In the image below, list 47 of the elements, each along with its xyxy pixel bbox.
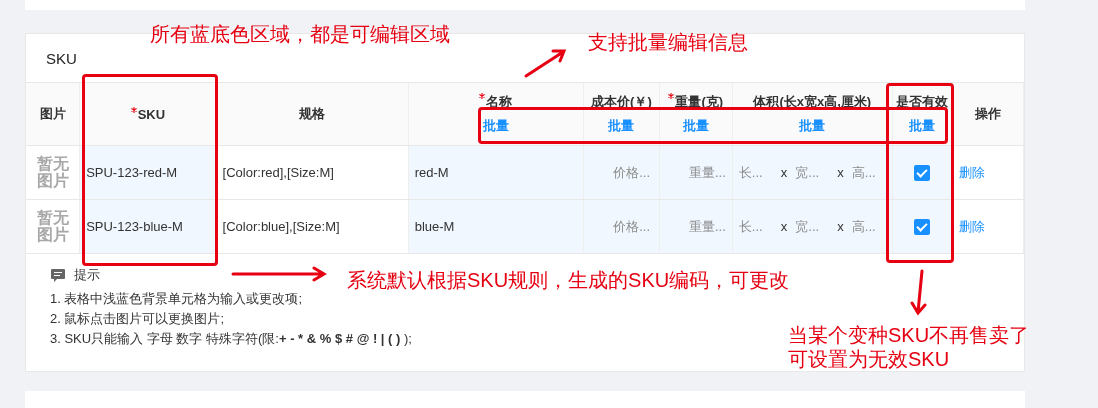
height-field[interactable]: 高... xyxy=(851,219,886,234)
required-icon xyxy=(479,93,486,99)
tip-text: 1. 表格中浅蓝色背景单元格为输入或更改项; xyxy=(50,290,303,308)
width-field[interactable]: 宽... xyxy=(795,219,830,234)
times-sign: x xyxy=(780,219,788,234)
batch-edit-link[interactable]: 批量 xyxy=(909,117,936,135)
valid-checkbox[interactable] xyxy=(914,164,931,181)
tip-text: 2. 鼠标点击图片可以更换图片; xyxy=(50,310,225,328)
annotation-note: 当某个变种SKU不再售卖了 可设置为无效SKU xyxy=(788,323,1030,371)
required-icon xyxy=(668,93,675,99)
times-sign: x xyxy=(780,165,788,180)
name-cell[interactable]: blue-M xyxy=(414,219,455,234)
column-header: 操作 xyxy=(975,105,1002,123)
column-header: SKU xyxy=(130,106,166,122)
times-sign: x xyxy=(837,219,844,234)
tip-text: 3. SKU只能输入 字母 数字 特殊字符(限:+ - * & % $ # @ ! | ( ) ); xyxy=(50,330,412,348)
valid-checkbox[interactable] xyxy=(914,218,931,235)
no-image-placeholder[interactable]: 暂无图片 xyxy=(36,209,69,244)
arrow xyxy=(523,47,569,79)
batch-edit-link[interactable]: 批量 xyxy=(482,117,509,135)
times-sign: x xyxy=(837,165,844,180)
sku-cell[interactable]: SPU-123-blue-M xyxy=(86,219,183,234)
batch-edit-link[interactable]: 批量 xyxy=(799,117,826,135)
height-field[interactable]: 高... xyxy=(851,165,886,180)
arrow xyxy=(910,268,928,316)
annotation-note: 所有蓝底色区域，都是可编辑区域 xyxy=(150,22,450,46)
spec-cell: [Color:blue],[Size:M] xyxy=(222,219,340,234)
tip-title: 提示 xyxy=(74,266,100,284)
sku-cell[interactable]: SPU-123-red-M xyxy=(86,165,178,180)
delete-link[interactable]: 删除 xyxy=(959,163,986,182)
required-icon xyxy=(130,106,137,113)
no-image-placeholder[interactable]: 暂无图片 xyxy=(36,155,69,190)
batch-edit-link[interactable]: 批量 xyxy=(682,117,709,135)
column-header: 规格 xyxy=(299,105,326,123)
message-icon xyxy=(50,267,66,283)
spec-cell: [Color:red],[Size:M] xyxy=(222,165,334,180)
annotation-note: 支持批量编辑信息 xyxy=(588,30,748,54)
annotation-note: 系统默认根据SKU规则，生成的SKU编码，可更改 xyxy=(347,268,790,292)
column-header: 图片 xyxy=(39,105,66,123)
width-field[interactable]: 宽... xyxy=(795,165,830,180)
column-header: 名称 xyxy=(479,93,513,111)
length-field[interactable]: 长... xyxy=(738,219,773,234)
section-title: SKU xyxy=(46,49,77,67)
batch-edit-link[interactable]: 批量 xyxy=(608,117,635,135)
name-cell[interactable]: red-M xyxy=(414,165,449,180)
delete-link[interactable]: 删除 xyxy=(959,217,986,236)
length-field[interactable]: 长... xyxy=(738,165,773,180)
